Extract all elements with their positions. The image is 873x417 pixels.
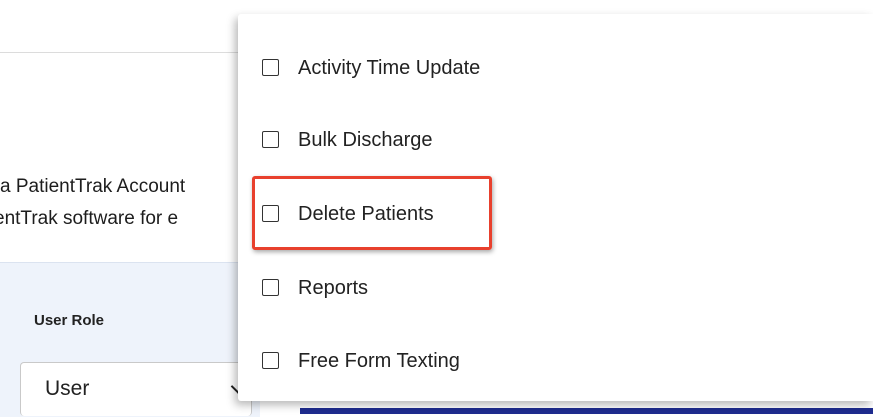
menu-item-reports[interactable]: Reports (238, 268, 838, 308)
menu-item-delete-patients[interactable]: Delete Patients (238, 194, 838, 234)
background-description-line-2: entTrak software for e (0, 208, 179, 229)
user-role-value: User (45, 377, 90, 400)
user-role-label: User Role (34, 312, 105, 329)
background-description-line-1: a PatientTrak Account (0, 176, 186, 197)
menu-item-label: Reports (298, 277, 369, 299)
menu-item-label: Delete Patients (298, 203, 434, 225)
menu-item-label: Free Form Texting (298, 350, 460, 372)
accent-underline (300, 408, 873, 414)
user-role-select[interactable]: User (20, 362, 252, 416)
checkbox-empty-icon[interactable] (262, 131, 279, 148)
menu-item-free-form-texting[interactable]: Free Form Texting (238, 341, 838, 381)
checkbox-empty-icon[interactable] (262, 59, 279, 76)
menu-item-activity-time-update[interactable]: Activity Time Update (238, 48, 838, 88)
checkbox-empty-icon[interactable] (262, 205, 279, 222)
permissions-dropdown: Activity Time Update Bulk Discharge Dele… (238, 14, 873, 401)
checkbox-empty-icon[interactable] (262, 279, 279, 296)
menu-item-bulk-discharge[interactable]: Bulk Discharge (238, 120, 838, 160)
menu-item-label: Bulk Discharge (298, 129, 433, 151)
menu-item-label: Activity Time Update (298, 57, 481, 79)
checkbox-empty-icon[interactable] (262, 352, 279, 369)
